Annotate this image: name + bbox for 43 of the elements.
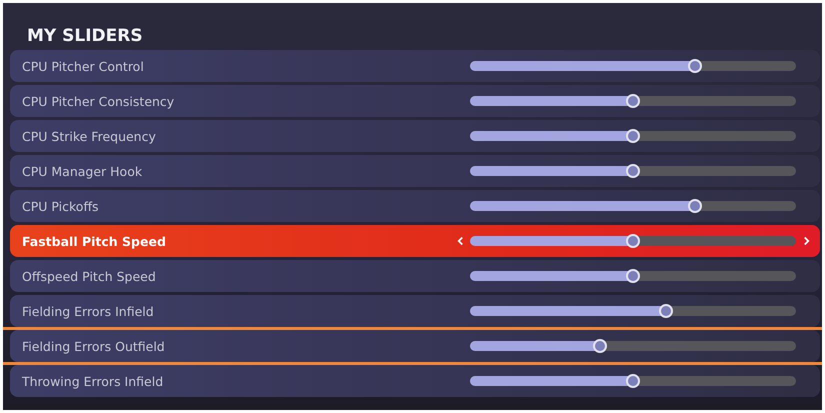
slider-thumb[interactable] xyxy=(688,199,702,213)
slider-thumb[interactable] xyxy=(626,164,640,178)
slider-row[interactable]: CPU Manager Hook xyxy=(10,155,820,187)
slider-track[interactable] xyxy=(470,236,796,246)
slider-row[interactable]: CPU Pickoffs xyxy=(10,190,820,222)
slider-row[interactable]: Throwing Errors Infield xyxy=(10,365,820,397)
slider-label: Fielding Errors Outfield xyxy=(22,338,166,354)
chevron-left-icon[interactable] xyxy=(456,236,464,246)
slider-thumb[interactable] xyxy=(688,59,702,73)
slider-track[interactable] xyxy=(470,131,796,141)
slider-thumb[interactable] xyxy=(626,94,640,108)
slider-track[interactable] xyxy=(470,96,796,106)
slider-thumb[interactable] xyxy=(593,339,608,353)
chevron-right-icon[interactable] xyxy=(802,236,810,246)
slider-label: CPU Pickoffs xyxy=(22,198,100,214)
slider-row[interactable]: CPU Strike Frequency xyxy=(10,120,820,152)
slider-track[interactable] xyxy=(470,376,796,386)
slider-label: Fielding Errors Infield xyxy=(22,304,155,318)
slider-track[interactable] xyxy=(470,166,796,176)
screen-title: MY SLIDERS xyxy=(27,25,143,48)
slider-label: CPU Pitcher Control xyxy=(22,58,145,74)
slider-thumb[interactable] xyxy=(626,269,640,283)
slider-thumb[interactable] xyxy=(626,374,640,388)
slider-row[interactable]: Offspeed Pitch Speed xyxy=(10,260,820,292)
slider-track[interactable] xyxy=(470,306,796,316)
slider-thumb[interactable] xyxy=(658,304,673,318)
slider-thumb[interactable] xyxy=(626,129,640,143)
slider-thumb[interactable] xyxy=(626,234,640,248)
slider-track[interactable] xyxy=(470,61,796,71)
slider-row[interactable]: CPU Pitcher Consistency xyxy=(10,85,820,117)
slider-row[interactable]: Fielding Errors Outfield xyxy=(10,330,820,362)
slider-label: CPU Strike Frequency xyxy=(22,128,157,144)
slider-label: CPU Pitcher Consistency xyxy=(22,94,176,108)
slider-track[interactable] xyxy=(470,341,796,351)
slider-label: Fastball Pitch Speed xyxy=(22,234,167,248)
slider-row[interactable]: Fastball Pitch Speed xyxy=(10,225,820,257)
slider-track[interactable] xyxy=(470,201,796,211)
slider-row[interactable]: CPU Pitcher Control xyxy=(10,50,820,82)
slider-label: CPU Manager Hook xyxy=(22,164,144,178)
slider-track[interactable] xyxy=(470,271,796,281)
slider-row[interactable]: Fielding Errors Infield xyxy=(10,295,820,327)
slider-label: Offspeed Pitch Speed xyxy=(22,268,157,284)
slider-label: Throwing Errors Infield xyxy=(22,374,164,388)
